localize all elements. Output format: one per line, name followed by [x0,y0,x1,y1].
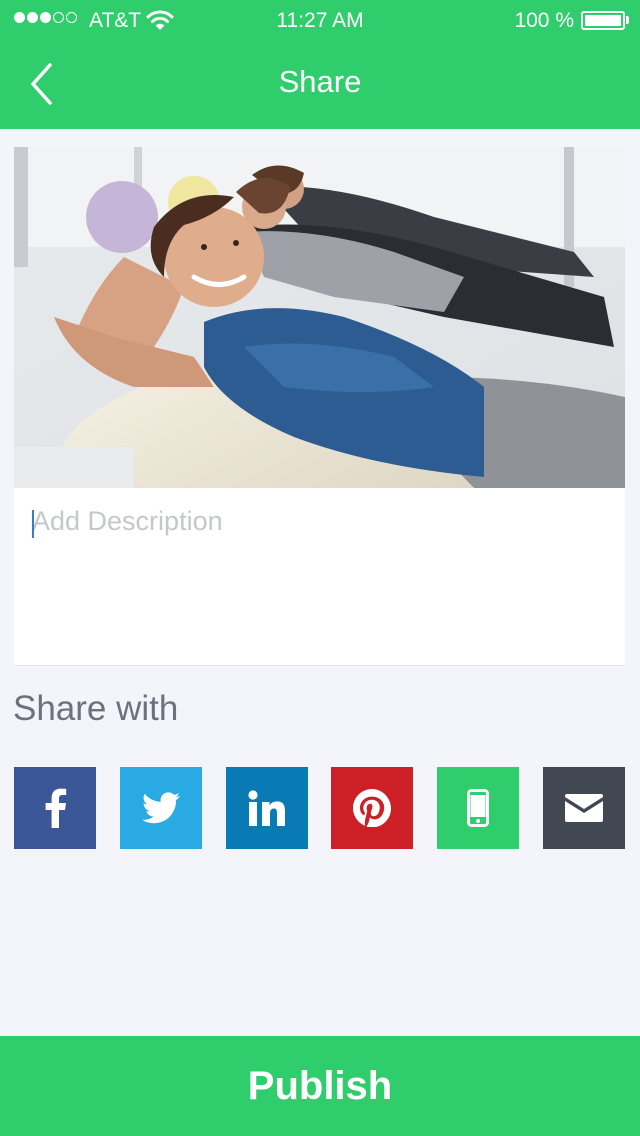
share-linkedin-button[interactable] [226,767,308,849]
twitter-icon [142,792,180,824]
share-sms-button[interactable] [437,767,519,849]
envelope-icon [565,794,603,822]
linkedin-icon [248,790,285,826]
page-title: Share [278,64,362,99]
share-targets [14,767,625,849]
share-pinterest-button[interactable] [331,767,413,849]
post-card [14,147,625,666]
facebook-icon [45,788,67,828]
battery-icon [581,11,625,30]
text-cursor [32,510,34,538]
description-input[interactable] [14,488,625,664]
pinterest-icon [353,789,391,827]
share-email-button[interactable] [543,767,625,849]
share-facebook-button[interactable] [14,767,96,849]
publish-button[interactable]: Publish [0,1036,640,1136]
share-twitter-button[interactable] [120,767,202,849]
phone-icon [467,789,489,827]
header: AT&T 11:27 AM 100 % Share [0,0,640,129]
post-photo [14,147,625,488]
status-bar: AT&T 11:27 AM 100 % [0,0,640,40]
battery-percentage: 100 % [514,9,574,32]
share-with-label: Share with [13,689,179,728]
